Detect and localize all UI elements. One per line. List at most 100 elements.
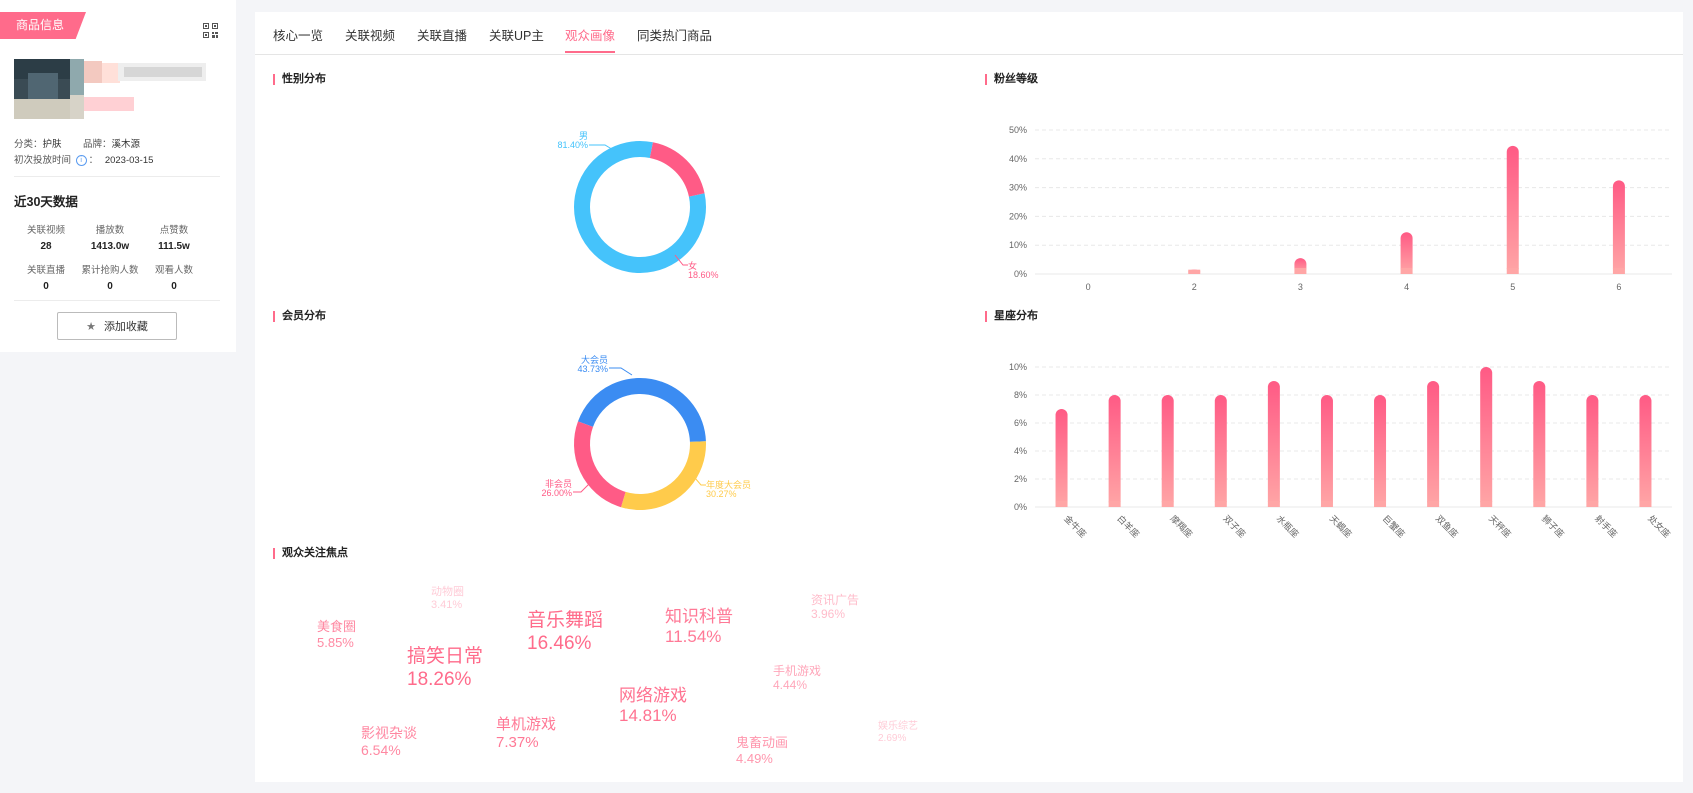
focus-tag-percent: 5.85% — [317, 634, 354, 650]
info-icon[interactable]: i — [75, 154, 87, 166]
focus-tag[interactable]: 动物圈 3.41% — [431, 586, 464, 612]
x-tick-label: 2 — [1192, 282, 1197, 292]
divider — [14, 176, 220, 177]
bar[interactable] — [1055, 409, 1068, 507]
focus-tag-name: 手机游戏 — [773, 664, 822, 678]
bar-base — [1533, 501, 1546, 507]
x-tick-label: 金牛座 — [1062, 513, 1089, 540]
x-tick-label: 射手座 — [1593, 513, 1620, 540]
focus-tag-percent: 11.54% — [665, 627, 722, 647]
bar-base — [1639, 501, 1652, 507]
bar-base — [1506, 268, 1519, 274]
focus-tag[interactable]: 手机游戏 4.44% — [773, 664, 821, 693]
x-tick-label: 天秤座 — [1487, 513, 1514, 540]
bar[interactable] — [1108, 395, 1121, 507]
qr-code-icon[interactable] — [203, 23, 218, 38]
bar[interactable] — [1506, 145, 1519, 274]
focus-tag[interactable]: 美食圈 5.85% — [317, 619, 356, 650]
bar[interactable] — [1427, 381, 1440, 507]
focus-tag[interactable]: 资讯广告 3.96% — [811, 593, 859, 622]
y-tick-label: 20% — [1009, 211, 1027, 221]
focus-tag-name: 鬼畜动画 — [736, 735, 789, 750]
stat-viewers: 观看人数 0 — [134, 262, 214, 292]
y-tick-label: 40% — [1009, 154, 1027, 164]
x-tick-label: 双子座 — [1221, 513, 1248, 540]
bar-base — [1267, 501, 1280, 507]
focus-tag-name: 资讯广告 — [811, 593, 860, 607]
focus-tag-name: 单机游戏 — [496, 716, 557, 733]
brand-label: 品牌： — [83, 139, 112, 150]
zodiac-bar-chart: 0% 2% 4% 6% 8% 10% 金牛座 白羊座 摩羯座 双子座 水瓶座 天蝎座 巨蟹座 双鱼座 天秤座… — [1009, 362, 1673, 540]
focus-tag[interactable]: 鬼畜动画 4.49% — [736, 735, 788, 766]
donut-slice[interactable] — [571, 138, 709, 276]
y-tick-label: 0% — [1014, 269, 1027, 279]
bar[interactable] — [1267, 381, 1280, 507]
y-tick-label: 10% — [1009, 362, 1027, 372]
product-info-tag: 商品信息 — [0, 12, 86, 39]
x-tick-label: 3 — [1298, 282, 1303, 292]
brand-value[interactable]: 溪木源 — [112, 139, 141, 150]
focus-tag[interactable]: 搞笑日常 18.26% — [407, 646, 483, 692]
y-tick-label: 10% — [1009, 240, 1027, 250]
category-label: 分类： — [14, 139, 43, 150]
add-favorite-button[interactable]: ★ 添加收藏 — [57, 312, 177, 340]
bar-base — [1214, 501, 1227, 507]
focus-tag-name: 动物圈 — [431, 586, 464, 598]
bar[interactable] — [1214, 395, 1227, 507]
tab-similar-hot-products[interactable]: 同类热门商品 — [637, 25, 712, 53]
bar-base — [1400, 268, 1413, 274]
slice-percent: 43.73% — [577, 364, 608, 374]
x-tick-label: 天蝎座 — [1328, 513, 1355, 540]
bar-base — [1374, 501, 1387, 507]
tab-related-up[interactable]: 关联UP主 — [489, 25, 544, 53]
category-value: 护肤 — [42, 139, 62, 150]
focus-tag-name: 音乐舞蹈 — [527, 610, 604, 631]
x-tick-label: 0 — [1086, 282, 1091, 292]
y-tick-label: 2% — [1014, 474, 1027, 484]
focus-tag[interactable]: 影视杂谈 6.54% — [361, 725, 417, 759]
tab-bar: 核心一览 关联视频 关联直播 关联UP主 观众画像 同类热门商品 — [255, 12, 1683, 55]
focus-tag[interactable]: 音乐舞蹈 16.46% — [527, 610, 603, 656]
y-tick-label: 4% — [1014, 446, 1027, 456]
bar-base — [1427, 501, 1440, 507]
focus-tag-percent: 16.46% — [527, 632, 592, 654]
tab-core-overview[interactable]: 核心一览 — [273, 25, 323, 53]
bar[interactable] — [1480, 367, 1493, 507]
bar-base — [1320, 501, 1333, 507]
focus-tag-name: 影视杂谈 — [361, 725, 417, 741]
focus-tag[interactable]: 网络游戏 14.81% — [619, 686, 687, 727]
x-tick-label: 5 — [1510, 282, 1515, 292]
bar[interactable] — [1161, 395, 1174, 507]
focus-tag-percent: 4.49% — [736, 750, 773, 766]
recent-30-days-title: 近30天数据 — [14, 195, 78, 209]
x-tick-label: 4 — [1404, 282, 1409, 292]
bar[interactable] — [1612, 180, 1625, 274]
first-launch-sep: ： — [88, 155, 99, 166]
slice-percent: 81.40% — [557, 140, 588, 150]
bar[interactable] — [1400, 232, 1413, 274]
tab-audience-profile[interactable]: 观众画像 — [565, 25, 616, 53]
add-favorite-label: 添加收藏 — [103, 321, 148, 333]
first-launch-label: 初次投放时间 — [14, 155, 72, 166]
focus-tag-percent: 4.44% — [773, 678, 808, 693]
bar[interactable] — [1639, 395, 1652, 507]
tab-related-lives[interactable]: 关联直播 — [417, 25, 467, 53]
bar[interactable] — [1374, 395, 1387, 507]
focus-tag-percent: 2.69% — [878, 733, 907, 744]
x-tick-label: 摩羯座 — [1168, 513, 1195, 540]
bar[interactable] — [1586, 395, 1599, 507]
donut-slice[interactable] — [571, 138, 709, 276]
x-tick-label: 白羊座 — [1115, 513, 1142, 540]
focus-tag[interactable]: 娱乐综艺 2.69% — [878, 721, 918, 745]
focus-tag[interactable]: 知识科普 11.54% — [665, 607, 733, 648]
bar-base — [1108, 501, 1121, 507]
slice-percent: 30.27% — [706, 489, 737, 499]
product-thumbnail[interactable] — [14, 59, 209, 119]
focus-title: 观众关注焦点 — [273, 548, 348, 559]
focus-tag-name: 网络游戏 — [619, 686, 687, 705]
focus-tag[interactable]: 单机游戏 7.37% — [496, 716, 556, 752]
bar[interactable] — [1533, 381, 1546, 507]
tab-related-videos[interactable]: 关联视频 — [345, 25, 395, 53]
stat-label: 点赞数 — [159, 225, 189, 236]
bar[interactable] — [1320, 395, 1333, 507]
